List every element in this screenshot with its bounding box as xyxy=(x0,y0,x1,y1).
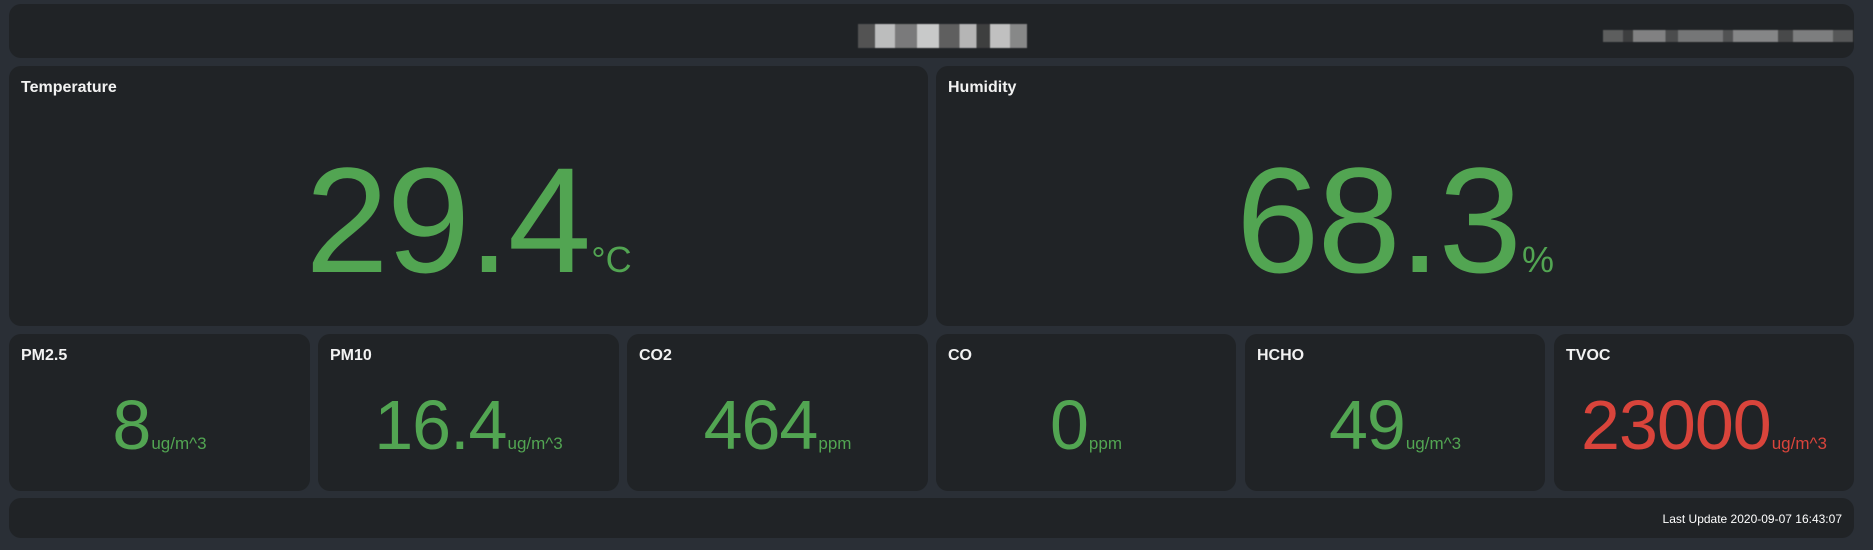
last-update-text: Last Update 2020-09-07 16:43:07 xyxy=(1662,512,1842,526)
co2-unit: ppm xyxy=(818,434,852,453)
temperature-title: Temperature xyxy=(21,79,117,96)
temperature-unit: °C xyxy=(591,239,632,280)
footer-bar: Last Update 2020-09-07 16:43:07 xyxy=(9,498,1854,538)
humidity-value: 68.3 xyxy=(1236,136,1522,304)
temperature-value: 29.4 xyxy=(305,136,591,304)
dashboard-title-redacted xyxy=(858,24,1027,48)
co-reading: 0ppm xyxy=(936,390,1236,460)
pm25-title: PM2.5 xyxy=(21,347,68,364)
pm25-card: PM2.5 8ug/m^3 xyxy=(9,334,310,491)
tvoc-title: TVOC xyxy=(1566,347,1611,364)
header-subtitle-redacted xyxy=(1603,30,1853,42)
hcho-title: HCHO xyxy=(1257,347,1305,364)
temperature-card: Temperature 29.4°C xyxy=(9,66,928,326)
co-title: CO xyxy=(948,347,972,364)
pm25-reading: 8ug/m^3 xyxy=(9,390,310,460)
humidity-reading: 68.3% xyxy=(936,145,1854,295)
co-card: CO 0ppm xyxy=(936,334,1236,491)
humidity-title: Humidity xyxy=(948,79,1017,96)
pm10-card: PM10 16.4ug/m^3 xyxy=(318,334,619,491)
co2-card: CO2 464ppm xyxy=(627,334,928,491)
hcho-reading: 49ug/m^3 xyxy=(1245,390,1545,460)
humidity-unit: % xyxy=(1521,239,1554,280)
hcho-unit: ug/m^3 xyxy=(1405,434,1462,453)
tvoc-value: 23000 xyxy=(1581,386,1772,464)
humidity-card: Humidity 68.3% xyxy=(936,66,1854,326)
tvoc-card: TVOC 23000ug/m^3 xyxy=(1554,334,1854,491)
pm25-value: 8 xyxy=(112,386,151,464)
tvoc-reading: 23000ug/m^3 xyxy=(1554,390,1854,460)
pm10-reading: 16.4ug/m^3 xyxy=(318,390,619,460)
co2-title: CO2 xyxy=(639,347,672,364)
tvoc-unit: ug/m^3 xyxy=(1771,434,1827,453)
co2-value: 464 xyxy=(703,386,819,464)
co-value: 0 xyxy=(1049,386,1089,464)
header-bar xyxy=(9,4,1854,58)
pm10-title: PM10 xyxy=(330,347,372,364)
pm25-unit: ug/m^3 xyxy=(151,434,207,453)
co2-reading: 464ppm xyxy=(627,390,928,460)
temperature-reading: 29.4°C xyxy=(9,145,928,295)
co-unit: ppm xyxy=(1088,434,1122,453)
hcho-value: 49 xyxy=(1328,386,1406,464)
hcho-card: HCHO 49ug/m^3 xyxy=(1245,334,1545,491)
pm10-unit: ug/m^3 xyxy=(507,434,563,453)
pm10-value: 16.4 xyxy=(374,386,507,464)
